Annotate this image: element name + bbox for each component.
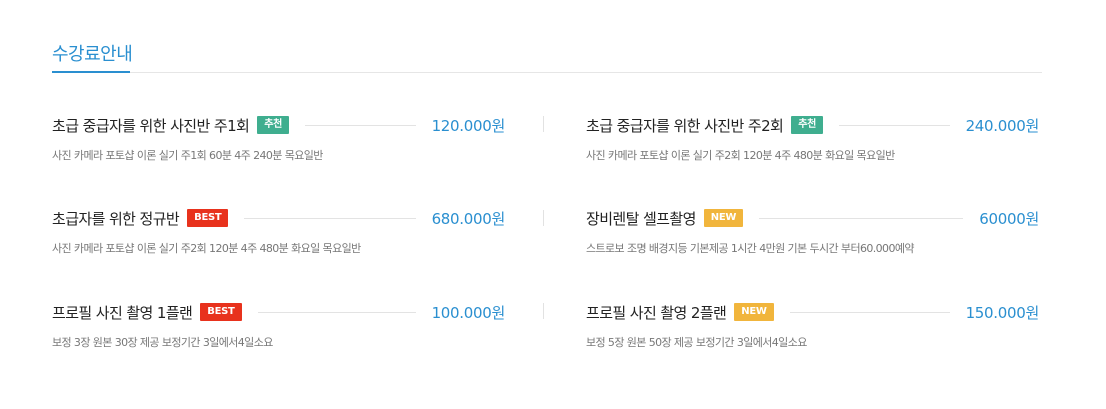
pricing-item-header: 초급 중급자를 위한 사진반 주2회 추천 240.000원: [586, 113, 1039, 137]
leader-line: [839, 124, 950, 126]
pricing-item: 장비렌탈 셀프촬영 NEW 60000원 스트로보 조명 배경지등 기본제공 1…: [586, 206, 1039, 256]
column-divider: [543, 303, 544, 319]
column-divider: [543, 210, 544, 226]
section-header: 수강료안내: [52, 36, 1042, 73]
pricing-item-price: 240.000원: [965, 116, 1040, 135]
leader-line: [789, 311, 950, 313]
pricing-item-price: 60000원: [979, 209, 1039, 228]
best-badge: BEST: [200, 303, 242, 321]
leader-line: [759, 217, 964, 219]
leader-line: [257, 311, 416, 313]
pricing-item-header: 초급자를 위한 정규반 BEST 680.000원: [52, 206, 505, 230]
pricing-item-header: 초급 중급자를 위한 사진반 주1회 추천 120.000원: [52, 113, 505, 137]
pricing-item-description: 스트로보 조명 배경지등 기본제공 1시간 4만원 기본 두시간 부터60.00…: [586, 242, 915, 255]
pricing-item-description: 사진 카메라 포토샵 이론 실기 주2회 120분 4주 480분 화요일 목요…: [586, 149, 895, 162]
pricing-item-description: 사진 카메라 포토샵 이론 실기 주2회 120분 4주 480분 화요일 목요…: [52, 242, 361, 255]
pricing-item-name: 초급 중급자를 위한 사진반 주2회: [586, 116, 784, 135]
pricing-item-description: 사진 카메라 포토샵 이론 실기 주1회 60분 4주 240분 목요일반: [52, 149, 323, 162]
pricing-item-header: 프로필 사진 촬영 1플랜 BEST 100.000원: [52, 300, 505, 324]
pricing-item-price: 680.000원: [431, 209, 506, 228]
pricing-item: 프로필 사진 촬영 2플랜 NEW 150.000원 보정 5장 원본 50장 …: [586, 300, 1039, 350]
recommend-badge: 추천: [791, 116, 824, 134]
new-badge: NEW: [703, 209, 744, 227]
pricing-item-name: 프로필 사진 촬영 1플랜: [52, 303, 193, 322]
recommend-badge: 추천: [257, 116, 290, 134]
pricing-item-description: 보정 5장 원본 50장 제공 보정기간 3일에서4일소요: [586, 336, 807, 349]
pricing-item-header: 장비렌탈 셀프촬영 NEW 60000원: [586, 206, 1039, 230]
pricing-item-name: 초급 중급자를 위한 사진반 주1회: [52, 116, 250, 135]
pricing-item-header: 프로필 사진 촬영 2플랜 NEW 150.000원: [586, 300, 1039, 324]
pricing-item: 초급자를 위한 정규반 BEST 680.000원 사진 카메라 포토샵 이론 …: [52, 206, 505, 256]
column-divider: [543, 116, 544, 132]
pricing-item: 초급 중급자를 위한 사진반 주2회 추천 240.000원 사진 카메라 포토…: [586, 113, 1039, 163]
pricing-item-name: 프로필 사진 촬영 2플랜: [586, 303, 727, 322]
pricing-item: 프로필 사진 촬영 1플랜 BEST 100.000원 보정 3장 원본 30장…: [52, 300, 505, 350]
leader-line: [244, 217, 416, 219]
pricing-item: 초급 중급자를 위한 사진반 주1회 추천 120.000원 사진 카메라 포토…: [52, 113, 505, 163]
pricing-item-price: 120.000원: [431, 116, 506, 135]
section-title: 수강료안내: [52, 44, 133, 65]
pricing-item-price: 150.000원: [965, 303, 1040, 322]
best-badge: BEST: [187, 209, 229, 227]
pricing-item-description: 보정 3장 원본 30장 제공 보정기간 3일에서4일소요: [52, 336, 273, 349]
pricing-item-name: 장비렌탈 셀프촬영: [586, 209, 696, 228]
pricing-item-name: 초급자를 위한 정규반: [52, 209, 180, 228]
new-badge: NEW: [734, 303, 774, 321]
pricing-item-price: 100.000원: [431, 303, 506, 322]
section-title-underline: [52, 71, 130, 73]
leader-line: [305, 124, 416, 126]
